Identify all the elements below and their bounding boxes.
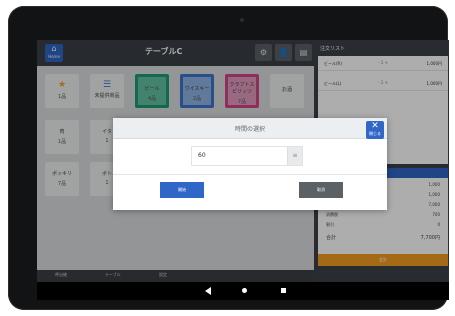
camera bbox=[240, 18, 244, 22]
start-button[interactable]: 開始 bbox=[160, 182, 204, 198]
dialog-title: 時間の選択 bbox=[234, 126, 265, 133]
system-nav-bar bbox=[37, 282, 449, 300]
close-button-label: 閉じる bbox=[369, 131, 381, 136]
close-button[interactable]: ✕ 閉じる bbox=[366, 121, 384, 139]
time-select-dialog: 時間の選択 ✕ 閉じる 60 ≡ 開始 取消 bbox=[113, 118, 387, 210]
chevron-down-icon[interactable]: ≡ bbox=[287, 147, 302, 165]
dialog-header: 時間の選択 ✕ 閉じる bbox=[113, 118, 387, 139]
close-icon: ✕ bbox=[371, 121, 379, 131]
time-select[interactable]: 60 ≡ bbox=[191, 146, 303, 166]
dialog-divider bbox=[113, 174, 387, 175]
home-nav-icon[interactable] bbox=[242, 288, 247, 293]
tablet-frame: ⌂ Home テーブルC ⚙ 👤 ▤ ★ 1品 ☰ 未提供商品 ビール 4品 ウ… bbox=[8, 6, 449, 310]
back-icon[interactable] bbox=[205, 287, 211, 295]
app-screen: ⌂ Home テーブルC ⚙ 👤 ▤ ★ 1品 ☰ 未提供商品 ビール 4品 ウ… bbox=[37, 40, 449, 300]
recent-apps-icon[interactable] bbox=[281, 288, 286, 293]
time-select-value: 60 bbox=[198, 152, 206, 159]
cancel-button[interactable]: 取消 bbox=[299, 182, 343, 198]
